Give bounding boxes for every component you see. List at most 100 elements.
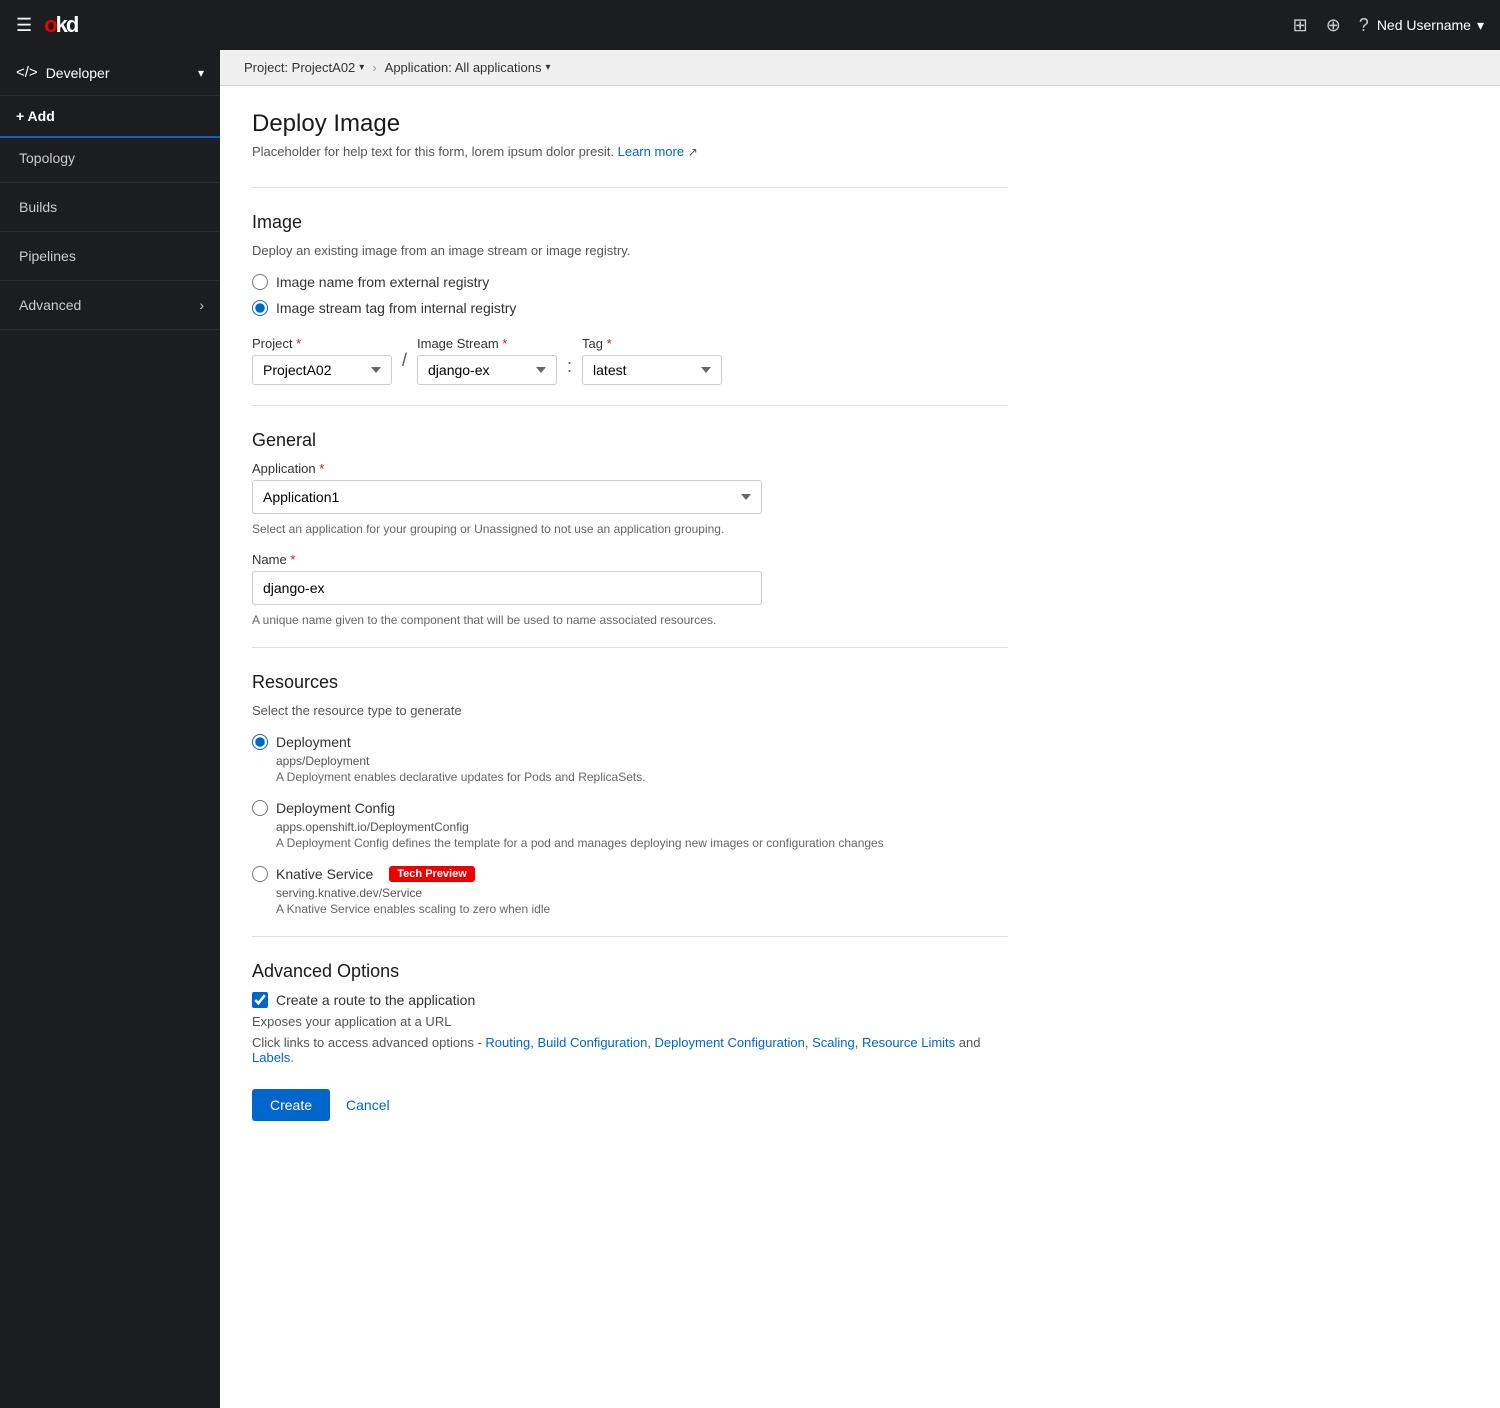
- breadcrumb-application-chevron-icon: ▾: [545, 62, 550, 73]
- colon-separator: :: [567, 356, 572, 377]
- deployment-radio-input[interactable]: [252, 734, 268, 750]
- general-section-title: General: [252, 430, 1008, 451]
- image-stream-row: Project * ProjectA02 / Image Stream * dj…: [252, 336, 1008, 385]
- sidebar: </> Developer ▾ + Add Topology Builds Pi…: [0, 50, 220, 1408]
- sidebar-developer-section[interactable]: </> Developer ▾: [0, 50, 220, 96]
- application-label: Application *: [252, 461, 1008, 476]
- routing-link[interactable]: Routing: [485, 1035, 530, 1050]
- radio-internal-input[interactable]: [252, 300, 268, 316]
- plus-icon[interactable]: ⊕: [1326, 15, 1341, 36]
- page-subtitle: Placeholder for help text for this form,…: [252, 144, 1008, 159]
- project-required-star: *: [296, 336, 301, 351]
- logo-kd: kd: [56, 12, 78, 37]
- breadcrumb-application[interactable]: Application: All applications ▾: [385, 60, 551, 75]
- help-icon[interactable]: ?: [1359, 15, 1369, 36]
- sidebar-item-add[interactable]: + Add: [0, 96, 220, 138]
- deployment-sublabel: apps/Deployment: [276, 754, 1008, 768]
- knative-radio-row: Knative Service Tech Preview: [252, 866, 1008, 882]
- application-required-star: *: [319, 461, 324, 476]
- sidebar-item-advanced[interactable]: Advanced ›: [0, 285, 220, 325]
- deployment-config-label: Deployment Config: [276, 800, 395, 816]
- build-config-link[interactable]: Build Configuration: [537, 1035, 647, 1050]
- path-separator: /: [402, 350, 407, 377]
- name-desc: A unique name given to the component tha…: [252, 613, 1008, 627]
- deploy-image-form: Deploy Image Placeholder for help text f…: [220, 86, 1040, 1145]
- radio-external-registry[interactable]: Image name from external registry: [252, 274, 1008, 290]
- resources-section-desc: Select the resource type to generate: [252, 703, 1008, 718]
- create-route-label: Create a route to the application: [276, 992, 475, 1008]
- top-navigation: ☰ okd ⊞ ⊕ ? Ned Username ▾: [0, 0, 1500, 50]
- deployment-radio-row: Deployment: [252, 734, 1008, 750]
- breadcrumb-bar: Project: ProjectA02 ▾ › Application: All…: [220, 50, 1500, 86]
- form-button-row: Create Cancel: [252, 1089, 1008, 1121]
- deployment-config-radio-input[interactable]: [252, 800, 268, 816]
- tag-field-group: Tag * latest: [582, 336, 722, 385]
- application-select[interactable]: Application1: [252, 480, 762, 514]
- image-stream-label: Image Stream *: [417, 336, 557, 351]
- resource-option-deployment-config: Deployment Config apps.openshift.io/Depl…: [252, 800, 1008, 850]
- breadcrumb-project[interactable]: Project: ProjectA02 ▾: [244, 60, 364, 75]
- breadcrumb-project-chevron-icon: ▾: [359, 62, 364, 73]
- tag-required-star: *: [607, 336, 612, 351]
- tag-select[interactable]: latest: [582, 355, 722, 385]
- tag-label: Tag *: [582, 336, 722, 351]
- user-menu[interactable]: Ned Username ▾: [1377, 17, 1484, 34]
- create-route-checkbox[interactable]: [252, 992, 268, 1008]
- scaling-link[interactable]: Scaling: [812, 1035, 855, 1050]
- user-chevron-down-icon: ▾: [1477, 17, 1484, 34]
- deployment-desc: A Deployment enables declarative updates…: [276, 770, 1008, 784]
- main-layout: </> Developer ▾ + Add Topology Builds Pi…: [0, 50, 1500, 1408]
- advanced-links-row: Click links to access advanced options -…: [252, 1035, 1008, 1065]
- nav-icons-group: ⊞ ⊕ ?: [1293, 15, 1369, 36]
- expose-desc: Exposes your application at a URL: [252, 1014, 1008, 1029]
- resource-option-deployment: Deployment apps/Deployment A Deployment …: [252, 734, 1008, 784]
- labels-link[interactable]: Labels: [252, 1050, 290, 1065]
- knative-radio-input[interactable]: [252, 866, 268, 882]
- resources-section-title: Resources: [252, 672, 1008, 693]
- project-field-group: Project * ProjectA02: [252, 336, 392, 385]
- grid-icon[interactable]: ⊞: [1293, 15, 1308, 36]
- sidebar-item-topology[interactable]: Topology: [0, 138, 220, 178]
- content-area: Project: ProjectA02 ▾ › Application: All…: [220, 50, 1500, 1408]
- resource-limits-link[interactable]: Resource Limits: [862, 1035, 955, 1050]
- image-section-title: Image: [252, 212, 1008, 233]
- sidebar-section-chevron-icon: ▾: [198, 66, 204, 80]
- hamburger-menu[interactable]: ☰: [16, 15, 32, 36]
- radio-external-input[interactable]: [252, 274, 268, 290]
- external-link-icon: ↗: [688, 145, 698, 159]
- name-input[interactable]: [252, 571, 762, 605]
- knative-sublabel: serving.knative.dev/Service: [276, 886, 1008, 900]
- image-section-desc: Deploy an existing image from an image s…: [252, 243, 1008, 258]
- sidebar-item-pipelines[interactable]: Pipelines: [0, 236, 220, 276]
- project-label: Project *: [252, 336, 392, 351]
- cancel-button[interactable]: Cancel: [346, 1097, 390, 1113]
- deployment-config-sublabel: apps.openshift.io/DeploymentConfig: [276, 820, 1008, 834]
- project-select[interactable]: ProjectA02: [252, 355, 392, 385]
- knative-desc: A Knative Service enables scaling to zer…: [276, 902, 1008, 916]
- image-stream-required-star: *: [502, 336, 507, 351]
- sidebar-section-label: Developer: [46, 65, 110, 81]
- resource-option-knative: Knative Service Tech Preview serving.kna…: [252, 866, 1008, 916]
- create-button[interactable]: Create: [252, 1089, 330, 1121]
- deployment-config-link[interactable]: Deployment Configuration: [655, 1035, 805, 1050]
- name-required-star: *: [290, 552, 295, 567]
- sidebar-item-builds[interactable]: Builds: [0, 187, 220, 227]
- deployment-config-radio-row: Deployment Config: [252, 800, 1008, 816]
- logo-red-o: o: [44, 12, 55, 37]
- application-desc: Select an application for your grouping …: [252, 522, 1008, 536]
- radio-internal-registry[interactable]: Image stream tag from internal registry: [252, 300, 1008, 316]
- deployment-label: Deployment: [276, 734, 351, 750]
- image-stream-select[interactable]: django-ex: [417, 355, 557, 385]
- image-stream-field-group: Image Stream * django-ex: [417, 336, 557, 385]
- learn-more-link[interactable]: Learn more: [618, 144, 684, 159]
- advanced-options-title: Advanced Options: [252, 961, 1008, 982]
- tech-preview-badge: Tech Preview: [389, 866, 475, 882]
- breadcrumb-separator: ›: [372, 60, 376, 75]
- name-label: Name *: [252, 552, 1008, 567]
- advanced-chevron-right-icon: ›: [199, 297, 204, 313]
- page-title: Deploy Image: [252, 110, 1008, 138]
- app-logo: okd: [44, 12, 77, 38]
- application-field-group: Application * Application1 Select an app…: [252, 461, 1008, 536]
- image-source-radio-group: Image name from external registry Image …: [252, 274, 1008, 316]
- knative-label: Knative Service: [276, 866, 373, 882]
